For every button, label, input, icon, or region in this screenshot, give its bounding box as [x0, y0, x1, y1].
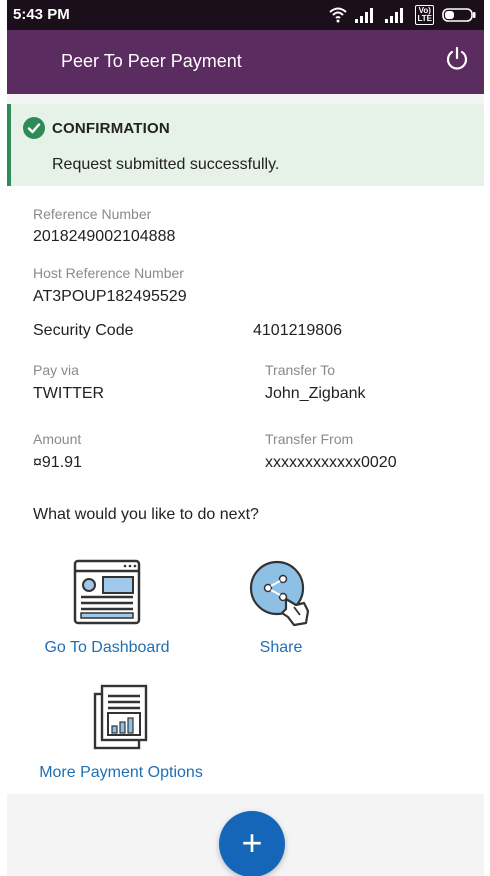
volte-badge: Vo) LTE	[415, 5, 434, 25]
transfer-from-label: Transfer From	[265, 431, 354, 447]
battery-icon	[442, 8, 476, 22]
go-to-dashboard-label: Go To Dashboard	[44, 639, 170, 656]
transfer-to-value: John_Zigbank	[265, 385, 366, 402]
confirmation-title: CONFIRMATION	[52, 120, 170, 137]
amount-label: Amount	[33, 431, 82, 447]
app-screen: 5:43 PM Vo) LTE Peer To Peer Payment CON…	[7, 0, 484, 876]
confirmation-message: Request submitted successfully.	[52, 156, 280, 173]
pay-via-value: TWITTER	[33, 385, 105, 402]
amount-value: ¤91.91	[33, 454, 82, 471]
go-to-dashboard-button[interactable]: Go To Dashboard	[41, 559, 173, 657]
more-payment-options-button[interactable]: More Payment Options	[31, 684, 211, 782]
status-icons: Vo) LTE	[329, 5, 476, 25]
share-button[interactable]: Share	[235, 559, 327, 657]
confirmation-card: CONFIRMATION Request submitted successfu…	[7, 104, 484, 794]
security-code-value: 4101219806	[253, 322, 342, 339]
pay-via-label: Pay via	[33, 362, 79, 378]
transfer-from-value: xxxxxxxxxxxx0020	[265, 454, 397, 471]
page-title: Peer To Peer Payment	[61, 51, 242, 71]
wifi-icon	[329, 7, 348, 23]
status-bar: 5:43 PM Vo) LTE	[7, 0, 484, 30]
share-icon	[249, 560, 310, 627]
power-icon[interactable]	[444, 46, 470, 72]
transfer-to-label: Transfer To	[265, 362, 336, 378]
confirmation-banner: CONFIRMATION Request submitted successfu…	[7, 104, 484, 186]
host-reference-label: Host Reference Number	[33, 265, 184, 281]
check-circle-icon	[23, 117, 45, 139]
signal-icon	[355, 8, 374, 23]
add-fab-button[interactable]: +	[219, 811, 285, 876]
share-label: Share	[259, 639, 303, 656]
body-area: CONFIRMATION Request submitted successfu…	[7, 94, 484, 876]
app-header: Peer To Peer Payment	[7, 30, 484, 94]
more-payment-options-label: More Payment Options	[39, 764, 203, 781]
security-code-label: Security Code	[33, 322, 134, 339]
reference-number-value: 2018249002104888	[33, 228, 176, 245]
plus-icon: +	[241, 822, 263, 863]
reference-number-label: Reference Number	[33, 206, 152, 222]
dashboard-icon	[73, 559, 141, 625]
signal-icon-2	[385, 8, 404, 23]
payment-options-icon	[93, 684, 148, 750]
next-steps-title: What would you like to do next?	[33, 506, 259, 523]
status-time: 5:43 PM	[13, 6, 70, 23]
host-reference-value: AT3POUP182495529	[33, 288, 187, 305]
